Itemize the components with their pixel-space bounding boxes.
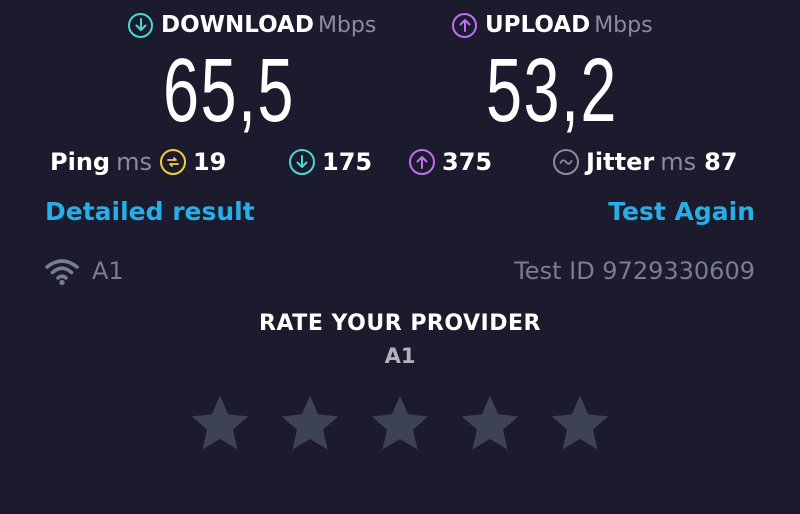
ping-circle-icon	[159, 149, 186, 175]
detailed-result-link[interactable]: Detailed result	[45, 197, 255, 226]
arrow-up-circle-icon	[409, 149, 435, 175]
wifi-icon	[44, 256, 80, 286]
latency-download-value: 175	[322, 148, 373, 176]
test-id: Test ID 9729330609	[514, 257, 755, 285]
download-unit: Mbps	[317, 12, 377, 38]
upload-unit: Mbps	[594, 12, 653, 38]
latency-upload-value: 375	[442, 148, 493, 176]
star-2[interactable]	[276, 390, 344, 458]
ping-unit: ms	[116, 148, 152, 176]
provider-info: A1	[44, 254, 124, 288]
latency-download-stat: 175	[289, 144, 372, 180]
test-again-link[interactable]: Test Again	[608, 197, 755, 226]
ping-label: Ping	[50, 148, 111, 176]
download-label: DOWNLOAD	[161, 12, 314, 38]
rating-stars	[0, 390, 800, 458]
upload-header: UPLOAD Mbps	[452, 7, 653, 43]
jitter-value: 87	[704, 148, 738, 176]
rate-provider-name: A1	[384, 344, 416, 368]
download-header: DOWNLOAD Mbps	[128, 7, 376, 43]
arrow-down-circle-icon	[128, 12, 153, 38]
arrow-down-circle-icon	[289, 149, 315, 175]
download-value: 65,5	[163, 41, 295, 141]
upload-label: UPLOAD	[485, 12, 591, 38]
ping-value: 19	[192, 148, 227, 176]
upload-value: 53,2	[486, 41, 618, 141]
star-5[interactable]	[546, 390, 614, 458]
jitter-stat: Jitter ms 87	[553, 144, 738, 180]
star-1[interactable]	[186, 390, 254, 458]
jitter-circle-icon	[553, 149, 579, 175]
provider-name: A1	[92, 257, 124, 285]
arrow-up-circle-icon	[452, 12, 477, 38]
star-4[interactable]	[456, 390, 524, 458]
rate-provider-title: RATE YOUR PROVIDER	[259, 311, 541, 336]
jitter-unit: ms	[660, 148, 697, 176]
star-3[interactable]	[366, 390, 434, 458]
jitter-label: Jitter	[586, 148, 655, 176]
ping-stat: Ping ms 19	[50, 144, 226, 180]
latency-upload-stat: 375	[409, 144, 492, 180]
